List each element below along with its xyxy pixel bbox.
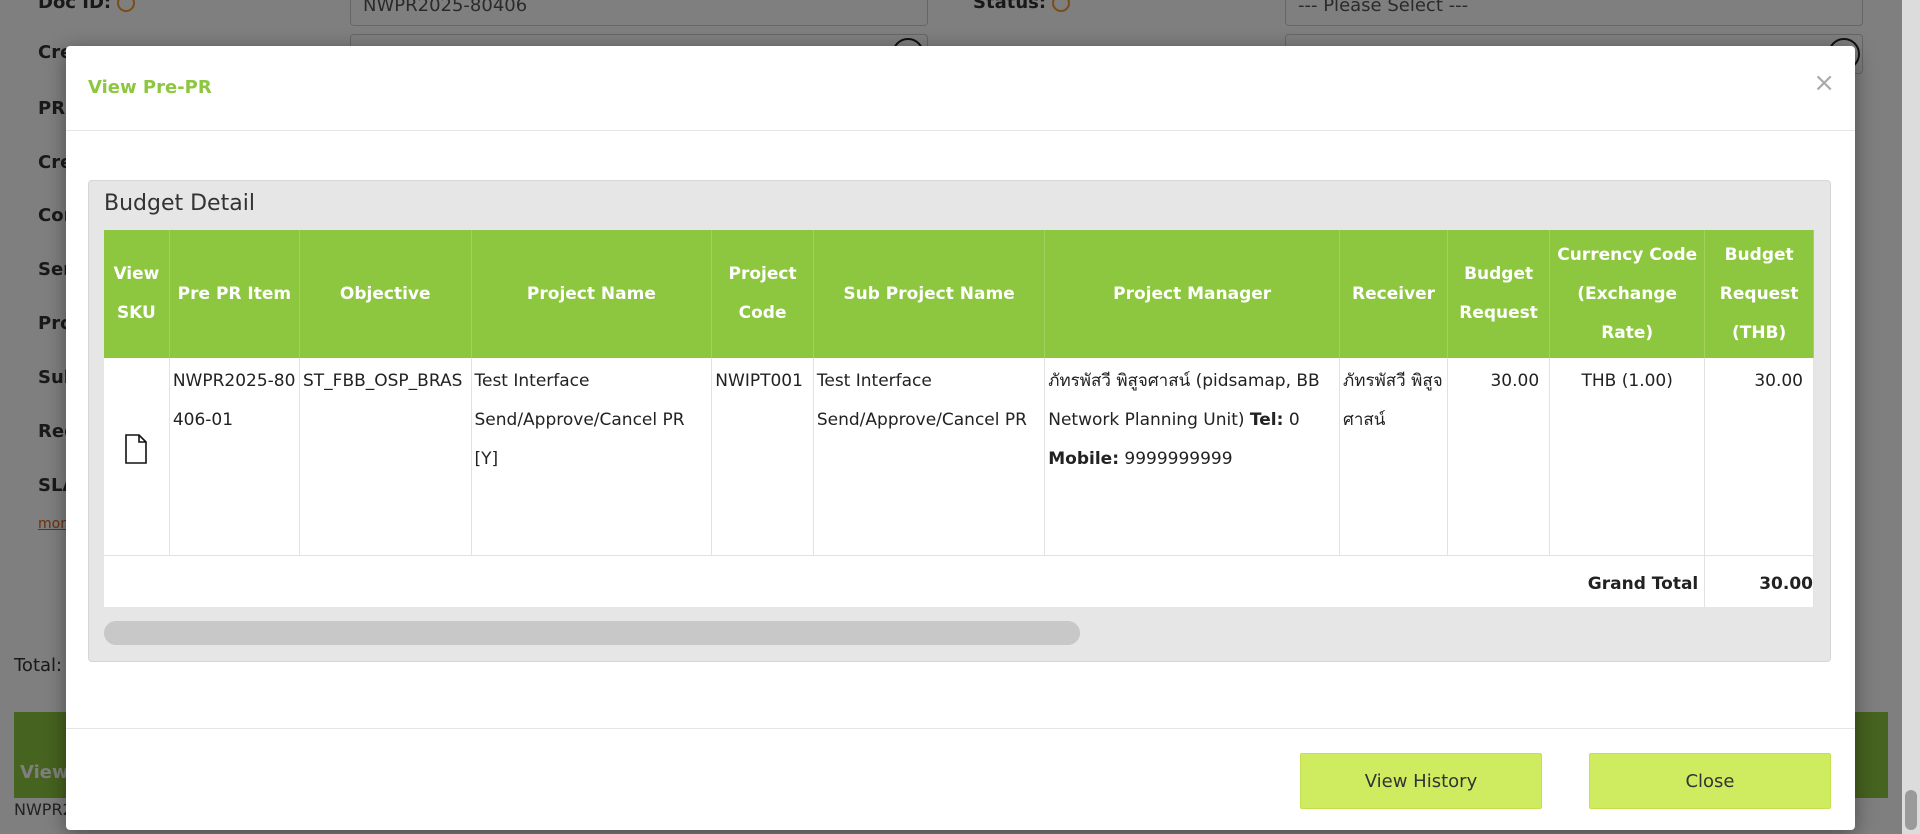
tel-label: Tel: [1249,410,1284,430]
budget-request-thb-cell: 30.00 [1704,358,1814,556]
table-horizontal-scrollbar[interactable] [104,621,1080,645]
col-project-manager: Project Manager [1044,230,1341,358]
objective-cell: ST_FBB_OSP_BRAS [299,358,472,556]
col-project-name: Project Name [471,230,713,358]
col-view-sku: View SKU [104,230,170,358]
budget-request-cell: 30.00 [1447,358,1551,556]
budget-table: View SKU Pre PR Item Objective Project N… [104,230,1814,607]
mobile-value: 9999999999 [1124,449,1233,469]
col-sub-project-name: Sub Project Name [813,230,1046,358]
budget-detail-title: Budget Detail [104,191,255,216]
sub-project-name-cell: Test Interface Send/Approve/Cancel PR [813,358,1046,556]
close-button[interactable]: Close [1589,753,1831,809]
col-currency-code: Currency Code (Exchange Rate) [1549,230,1706,358]
col-objective: Objective [299,230,472,358]
page-scrollbar-thumb[interactable] [1905,790,1917,830]
receiver-cell: ภัทรพัสวี พิสูจศาสน์ [1339,358,1449,556]
col-budget-request-thb: Budget Request (THB) [1704,230,1814,358]
project-code-cell: NWIPT001 [711,358,814,556]
view-sku-cell[interactable] [104,358,170,556]
project-manager-cell: ภัทรพัสวี พิสูจศาสน์ (pidsamap, BB Netwo… [1044,358,1341,556]
page-scrollbar[interactable] [1902,0,1920,834]
budget-table-wrapper[interactable]: View SKU Pre PR Item Objective Project N… [104,230,1814,607]
modal-footer: View History Close [66,728,1855,830]
modal-header: View Pre-PR × [66,46,1855,131]
pre-pr-item-cell: NWPR2025-80406-01 [169,358,300,556]
col-receiver: Receiver [1339,230,1449,358]
budget-detail-panel: Budget Detail View SKU Pre PR Item Objec… [88,180,1831,662]
col-project-code: Project Code [711,230,814,358]
document-icon[interactable] [124,433,148,464]
project-name-cell: Test Interface Send/Approve/Cancel PR [Y… [471,358,713,556]
col-budget-request: Budget Request [1447,230,1551,358]
view-pre-pr-modal: View Pre-PR × Budget Detail View SKU Pre… [66,46,1855,830]
budget-table-header-row: View SKU Pre PR Item Objective Project N… [104,230,1814,358]
view-history-button[interactable]: View History [1300,753,1542,809]
mobile-label: Mobile: [1048,449,1119,469]
close-icon[interactable]: × [1813,68,1835,98]
currency-code-cell: THB (1.00) [1549,358,1706,556]
table-row: NWPR2025-80406-01 ST_FBB_OSP_BRAS Test I… [104,358,1814,556]
grand-total-label: Grand Total [104,555,1706,607]
modal-title: View Pre-PR [88,77,212,98]
grand-total-value: 30.00 [1704,555,1814,607]
tel-value: 0 [1288,410,1300,430]
grand-total-row: Grand Total 30.00 [104,555,1814,607]
col-pre-pr-item: Pre PR Item [169,230,300,358]
